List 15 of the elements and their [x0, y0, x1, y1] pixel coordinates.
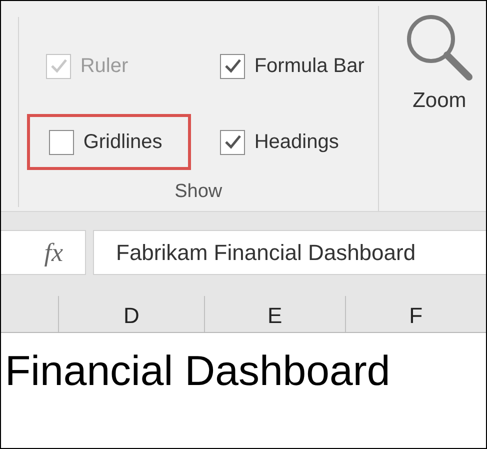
checkmark-icon — [224, 58, 242, 74]
checkmark-icon — [50, 58, 68, 74]
function-button[interactable]: fx — [1, 230, 86, 275]
checkbox[interactable]: Headings — [198, 114, 378, 170]
column-header[interactable]: E — [204, 296, 345, 332]
highlighted-checkbox[interactable]: Gridlines — [27, 114, 192, 170]
formula-input[interactable]: Fabrikam Financial Dashboard — [93, 230, 486, 275]
checkbox[interactable]: Formula Bar — [198, 38, 378, 94]
checkmark-icon — [224, 134, 242, 150]
column-header[interactable]: D — [58, 296, 204, 332]
column-header[interactable]: F — [344, 296, 486, 332]
search-icon — [405, 13, 474, 81]
cell-text: Financial Dashboard — [5, 347, 390, 394]
group-label: Show — [174, 181, 222, 203]
zoom-button[interactable]: Zoom — [392, 13, 486, 125]
